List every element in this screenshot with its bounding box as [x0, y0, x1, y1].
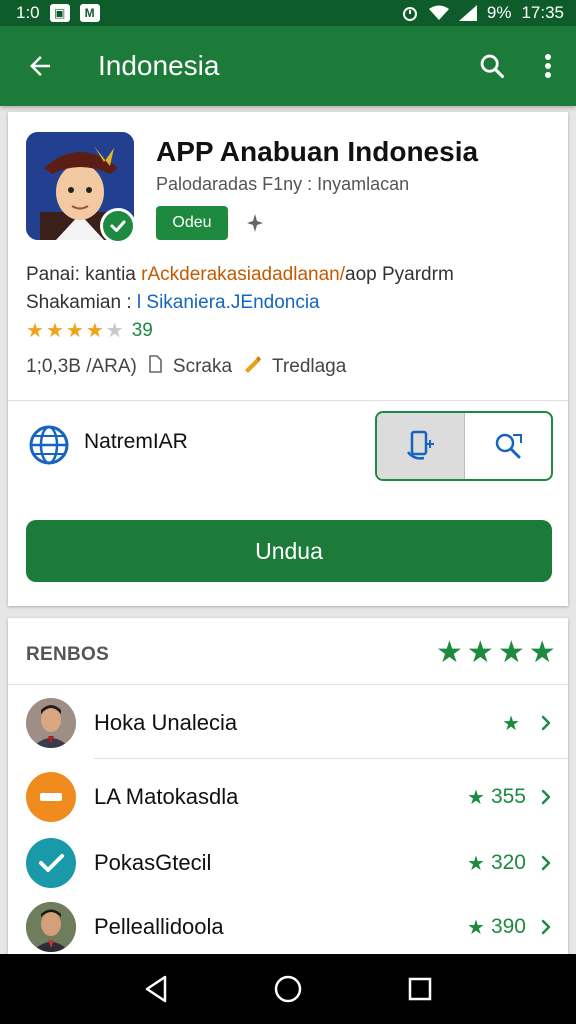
status-left: 1:0 ▣ M [16, 3, 100, 23]
status-bar: 1:0 ▣ M 9% 17:35 [0, 0, 576, 26]
circle-home-icon [274, 975, 302, 1003]
chevron-right-icon [541, 789, 551, 805]
star-half-icon: ★ [85, 320, 104, 342]
star-empty-icon: ★ [105, 320, 124, 342]
review-author: Hoka Unalecia [94, 710, 238, 735]
more-vert-icon [545, 54, 551, 78]
device-share-icon [407, 430, 435, 460]
info-line-publisher: Shakamian : l Sikaniera.JEndoncia [26, 292, 320, 314]
alarm-icon [401, 4, 419, 22]
review-author: PokasGtecil [94, 850, 212, 875]
signal-icon [458, 5, 477, 21]
category-label: Scraka [172, 356, 233, 377]
info1-highlight[interactable]: rAckderakasiadadlanan/ [141, 264, 345, 285]
battery-level: 9% [486, 3, 512, 22]
magnify-icon [495, 433, 522, 459]
search-icon [480, 54, 505, 79]
review-score: ★ 320 [467, 851, 526, 876]
app-size: 1;0,3B /ARA) [26, 356, 137, 377]
info2-prefix: Shakamian : [26, 292, 137, 313]
review-score: ★ 390 [467, 915, 526, 940]
star-icon: ★ [65, 320, 84, 342]
avatar [26, 772, 76, 822]
review-item[interactable]: Pelleallidoola ★ 390 [8, 894, 568, 960]
nav-back-button[interactable] [126, 959, 186, 1019]
wifi-icon [428, 5, 449, 21]
star-icon: ★ [502, 712, 520, 735]
star-icon: ★ [436, 636, 463, 669]
square-recents-icon [408, 977, 432, 1001]
review-item[interactable]: Hoka Unalecia ★ [8, 690, 568, 756]
status-time-left: 1:0 [16, 3, 40, 22]
category-icon [147, 354, 163, 380]
overflow-menu-button[interactable] [520, 26, 576, 106]
rating-row: ★ ★ ★ ★ ★ 39 [26, 320, 153, 342]
rating-value: 39 [131, 320, 153, 341]
star-icon: ★ [26, 320, 44, 342]
notification-icon: ▣ [49, 4, 70, 22]
avatar [26, 838, 76, 888]
action-segmented-control [375, 411, 553, 481]
nav-home-button[interactable] [258, 959, 318, 1019]
review-score: ★ 355 [467, 785, 526, 810]
pin-icon[interactable] [244, 212, 266, 234]
divider [8, 684, 568, 685]
info1-suffix: aop Pyardrm [345, 264, 454, 285]
search-button[interactable] [464, 26, 520, 106]
divider [8, 400, 568, 401]
star-icon: ★ [528, 636, 556, 669]
divider [94, 758, 568, 759]
star-icon: ★ [45, 320, 64, 342]
nav-recents-button[interactable] [390, 959, 450, 1019]
review-score-value: 355 [490, 785, 526, 808]
gmail-icon: M [79, 4, 100, 22]
app-details-card: APP Anabuan Indonesia Palodaradas F1ny :… [8, 112, 568, 606]
triangle-back-icon [145, 975, 167, 1003]
meta-row: 1;0,3B /ARA) Scraka Tredlaga [26, 354, 346, 380]
reviews-header: RENBOS [26, 644, 110, 665]
info2-highlight[interactable]: l Sikaniera.JEndoncia [137, 292, 320, 313]
verified-check-icon [100, 208, 136, 244]
info1-prefix: Panai: kantia [26, 264, 142, 285]
avatar [26, 902, 76, 952]
star-icon: ★ [467, 852, 485, 875]
review-author: LA Matokasdla [94, 784, 239, 809]
review-item[interactable]: LA Matokasdla ★ 355 [8, 764, 568, 830]
back-button[interactable] [0, 26, 80, 106]
star-icon: ★ [467, 916, 485, 939]
review-item[interactable]: PokasGtecil ★ 320 [8, 830, 568, 896]
review-score-value: 390 [490, 915, 526, 938]
network-label: NatremIAR [84, 430, 188, 453]
star-icon: ★ [497, 636, 525, 669]
feature-label: Tredlaga [272, 356, 347, 377]
review-score-value: 320 [490, 851, 526, 874]
reviews-rating-stars: ★ ★ ★ ★ [436, 638, 556, 668]
chevron-right-icon [541, 919, 551, 935]
search-content-button[interactable] [463, 413, 552, 479]
app-tag-button[interactable]: Odeu [156, 206, 228, 240]
status-right: 9% 17:35 [401, 3, 564, 23]
page-title: Indonesia [98, 50, 220, 81]
app-subtitle: Palodaradas F1ny : Inyamlacan [156, 174, 410, 194]
app-bar: Indonesia [0, 26, 576, 106]
info-line-developer: Panai: kantia rAckderakasiadadlanan/aop … [26, 264, 454, 286]
chevron-right-icon [541, 715, 551, 731]
review-author: Pelleallidoola [94, 914, 224, 939]
share-device-button[interactable] [377, 413, 464, 479]
review-score: ★ [502, 711, 526, 736]
install-button[interactable]: Undua [26, 520, 552, 582]
arrow-back-icon [30, 56, 50, 76]
reviews-card: RENBOS ★ ★ ★ ★ Hoka Unalecia ★ LA Matoka… [8, 618, 568, 958]
status-clock: 17:35 [521, 3, 564, 22]
network-globe-icon [26, 422, 72, 468]
system-nav-bar [0, 954, 576, 1024]
app-title: APP Anabuan Indonesia [156, 136, 479, 167]
chevron-right-icon [541, 855, 551, 871]
avatar [26, 698, 76, 748]
star-icon: ★ [466, 636, 494, 669]
star-icon: ★ [467, 786, 485, 809]
feature-icon [242, 354, 262, 380]
